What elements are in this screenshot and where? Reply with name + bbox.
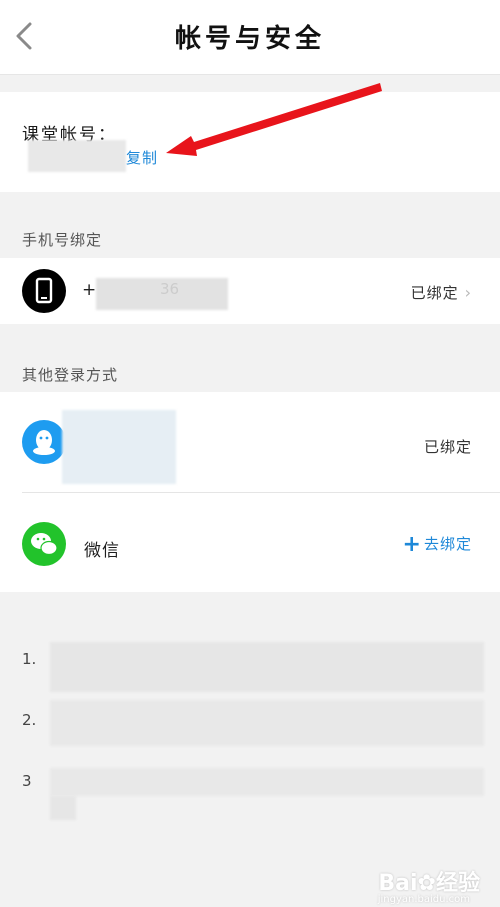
other-login-section-label: 其他登录方式 <box>22 366 119 384</box>
note-text-redacted-3 <box>50 768 484 796</box>
phone-partial-digits: 36 <box>160 280 180 298</box>
header-bar: 帐号与安全 <box>0 0 500 75</box>
phone-binding-row[interactable]: + 36 已绑定 › <box>0 258 500 324</box>
account-card: 课堂帐号： 复制 <box>0 92 500 192</box>
phone-icon <box>22 269 66 313</box>
qq-login-row[interactable]: 已绑定 微信 + 去绑定 <box>0 392 500 592</box>
wechat-icon <box>22 522 66 566</box>
note-text-redacted-4 <box>50 796 76 820</box>
page-title: 帐号与安全 <box>174 24 325 54</box>
wechat-bind-label: 去绑定 <box>423 535 472 553</box>
note-text-redacted-1 <box>50 642 484 692</box>
qq-account-redacted <box>62 410 176 484</box>
phone-prefix: + <box>82 280 97 300</box>
wechat-bind-button[interactable]: + 去绑定 <box>403 532 472 557</box>
wechat-label: 微信 <box>84 541 120 561</box>
chevron-right-icon: › <box>464 283 472 302</box>
phone-status: 已绑定 › <box>411 282 472 303</box>
qq-status: 已绑定 <box>423 438 472 456</box>
qq-icon <box>22 420 66 464</box>
phone-status-label: 已绑定 <box>410 284 459 302</box>
note-number-1: 1. <box>22 650 37 668</box>
note-text-redacted-2 <box>50 700 484 746</box>
phone-section-label: 手机号绑定 <box>22 231 103 249</box>
copy-button[interactable]: 复制 <box>126 147 158 168</box>
row-divider <box>22 492 500 493</box>
note-number-3: 3 <box>22 772 32 790</box>
watermark-url: jingyan.baidu.com <box>377 894 470 905</box>
account-id-redacted <box>28 140 126 172</box>
paw-icon: ✿ <box>417 871 436 896</box>
watermark-brand: Bai✿经验 <box>378 871 480 896</box>
note-number-2: 2. <box>22 711 37 729</box>
plus-icon: + <box>402 532 422 557</box>
